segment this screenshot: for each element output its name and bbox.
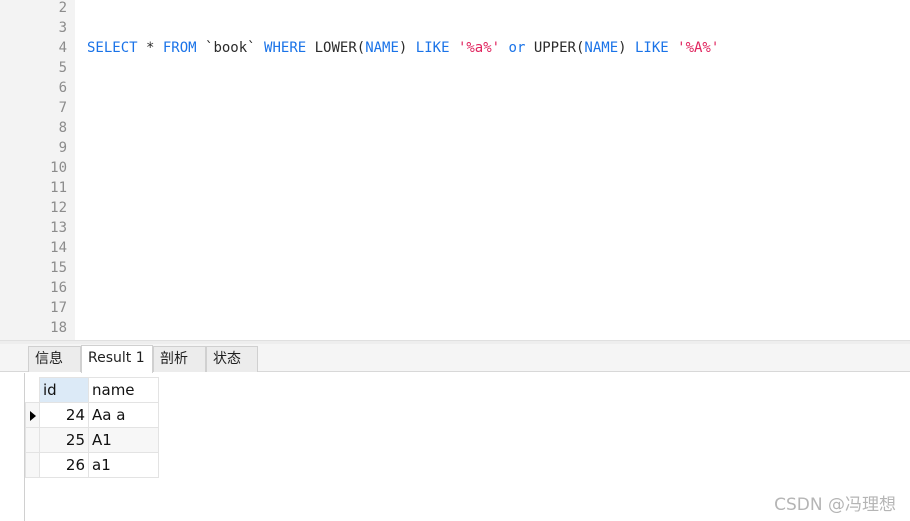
line-number: 16 <box>50 280 67 296</box>
line-number: 11 <box>50 180 67 196</box>
code-token: NAME <box>365 40 399 56</box>
editor-line[interactable]: 9 <box>0 138 910 158</box>
line-number: 10 <box>50 160 67 176</box>
editor-line[interactable]: 4 SELECT * FROM `book` WHERE LOWER(NAME) … <box>0 38 910 58</box>
editor-line[interactable]: 16 <box>0 278 910 298</box>
code-token: ) <box>618 40 635 56</box>
tab-profile[interactable]: 剖析 <box>153 346 206 372</box>
editor-line[interactable]: 7 <box>0 98 910 118</box>
editor-line[interactable]: 13 <box>0 218 910 238</box>
editor-line[interactable]: 5 <box>0 58 910 78</box>
editor-line[interactable]: 18 <box>0 318 910 338</box>
editor-line[interactable]: 8 <box>0 118 910 138</box>
tab-status[interactable]: 状态 <box>206 346 258 372</box>
tab-info[interactable]: 信息 <box>28 346 81 372</box>
row-selector[interactable] <box>25 427 40 453</box>
row-selector[interactable] <box>25 452 40 478</box>
column-header-id[interactable]: id <box>39 377 89 403</box>
line-number: 8 <box>58 120 67 136</box>
column-header-name[interactable]: name <box>88 377 159 403</box>
code-token: UPPER( <box>525 40 585 56</box>
code-text[interactable]: SELECT * FROM `book` WHERE LOWER(NAME) L… <box>87 38 719 58</box>
line-number: 14 <box>50 240 67 256</box>
line-number: 9 <box>58 140 67 156</box>
code-token: FROM <box>162 40 197 56</box>
editor-line[interactable]: 14 <box>0 238 910 258</box>
code-token: `book` <box>196 40 265 56</box>
table-row[interactable]: 25 A1 <box>25 427 159 453</box>
editor-line[interactable]: 10 <box>0 158 910 178</box>
line-number: 15 <box>50 260 67 276</box>
editor-line[interactable]: 12 <box>0 198 910 218</box>
code-token: SELECT <box>87 40 138 56</box>
current-row-pointer-icon <box>29 410 36 421</box>
row-selector-header <box>25 377 40 403</box>
result-grid[interactable]: id name 24 Aa a 25 A1 26 a1 <box>25 377 159 478</box>
editor-line[interactable]: 11 <box>0 178 910 198</box>
editor-line[interactable]: 3 <box>0 18 910 38</box>
code-token: LIKE <box>415 40 450 56</box>
cell-id[interactable]: 25 <box>39 427 89 453</box>
code-token: NAME <box>584 40 619 56</box>
editor-line[interactable]: 17 <box>0 298 910 318</box>
table-row[interactable]: 24 Aa a <box>25 402 159 428</box>
code-token: '%A%' <box>677 40 720 56</box>
grid-header-row: id name <box>25 377 159 403</box>
sql-editor[interactable]: 2 3 4 SELECT * FROM `book` WHERE LOWER(NAME… <box>0 0 910 341</box>
row-selector[interactable] <box>25 402 40 428</box>
code-token: ) <box>398 40 416 56</box>
line-number: 5 <box>58 60 67 76</box>
line-number: 13 <box>50 220 67 236</box>
table-row[interactable]: 26 a1 <box>25 452 159 478</box>
tab-result-1[interactable]: Result 1 <box>81 345 153 373</box>
editor-line[interactable]: 2 <box>0 0 910 18</box>
code-token: LIKE <box>634 40 669 56</box>
cell-name[interactable]: Aa a <box>88 402 159 428</box>
line-number: 4 <box>58 40 67 56</box>
line-number: 6 <box>58 80 67 96</box>
watermark: CSDN @冯理想 <box>774 495 896 515</box>
code-token: '%a%' <box>457 40 501 56</box>
cell-name[interactable]: a1 <box>88 452 159 478</box>
editor-line[interactable]: 15 <box>0 258 910 278</box>
line-number: 12 <box>50 200 67 216</box>
line-number: 3 <box>58 20 67 36</box>
cell-id[interactable]: 26 <box>39 452 89 478</box>
code-token: LOWER( <box>306 40 366 56</box>
cell-id[interactable]: 24 <box>39 402 89 428</box>
line-number: 18 <box>50 320 67 336</box>
editor-line[interactable]: 6 <box>0 78 910 98</box>
code-token: or <box>508 40 526 56</box>
line-number: 17 <box>50 300 67 316</box>
line-number: 2 <box>58 0 67 16</box>
code-token: * <box>137 40 163 56</box>
cell-name[interactable]: A1 <box>88 427 159 453</box>
code-token: WHERE <box>264 40 307 56</box>
result-tab-bar: 信息 Result 1 剖析 状态 <box>0 344 910 373</box>
line-number: 7 <box>58 100 67 116</box>
